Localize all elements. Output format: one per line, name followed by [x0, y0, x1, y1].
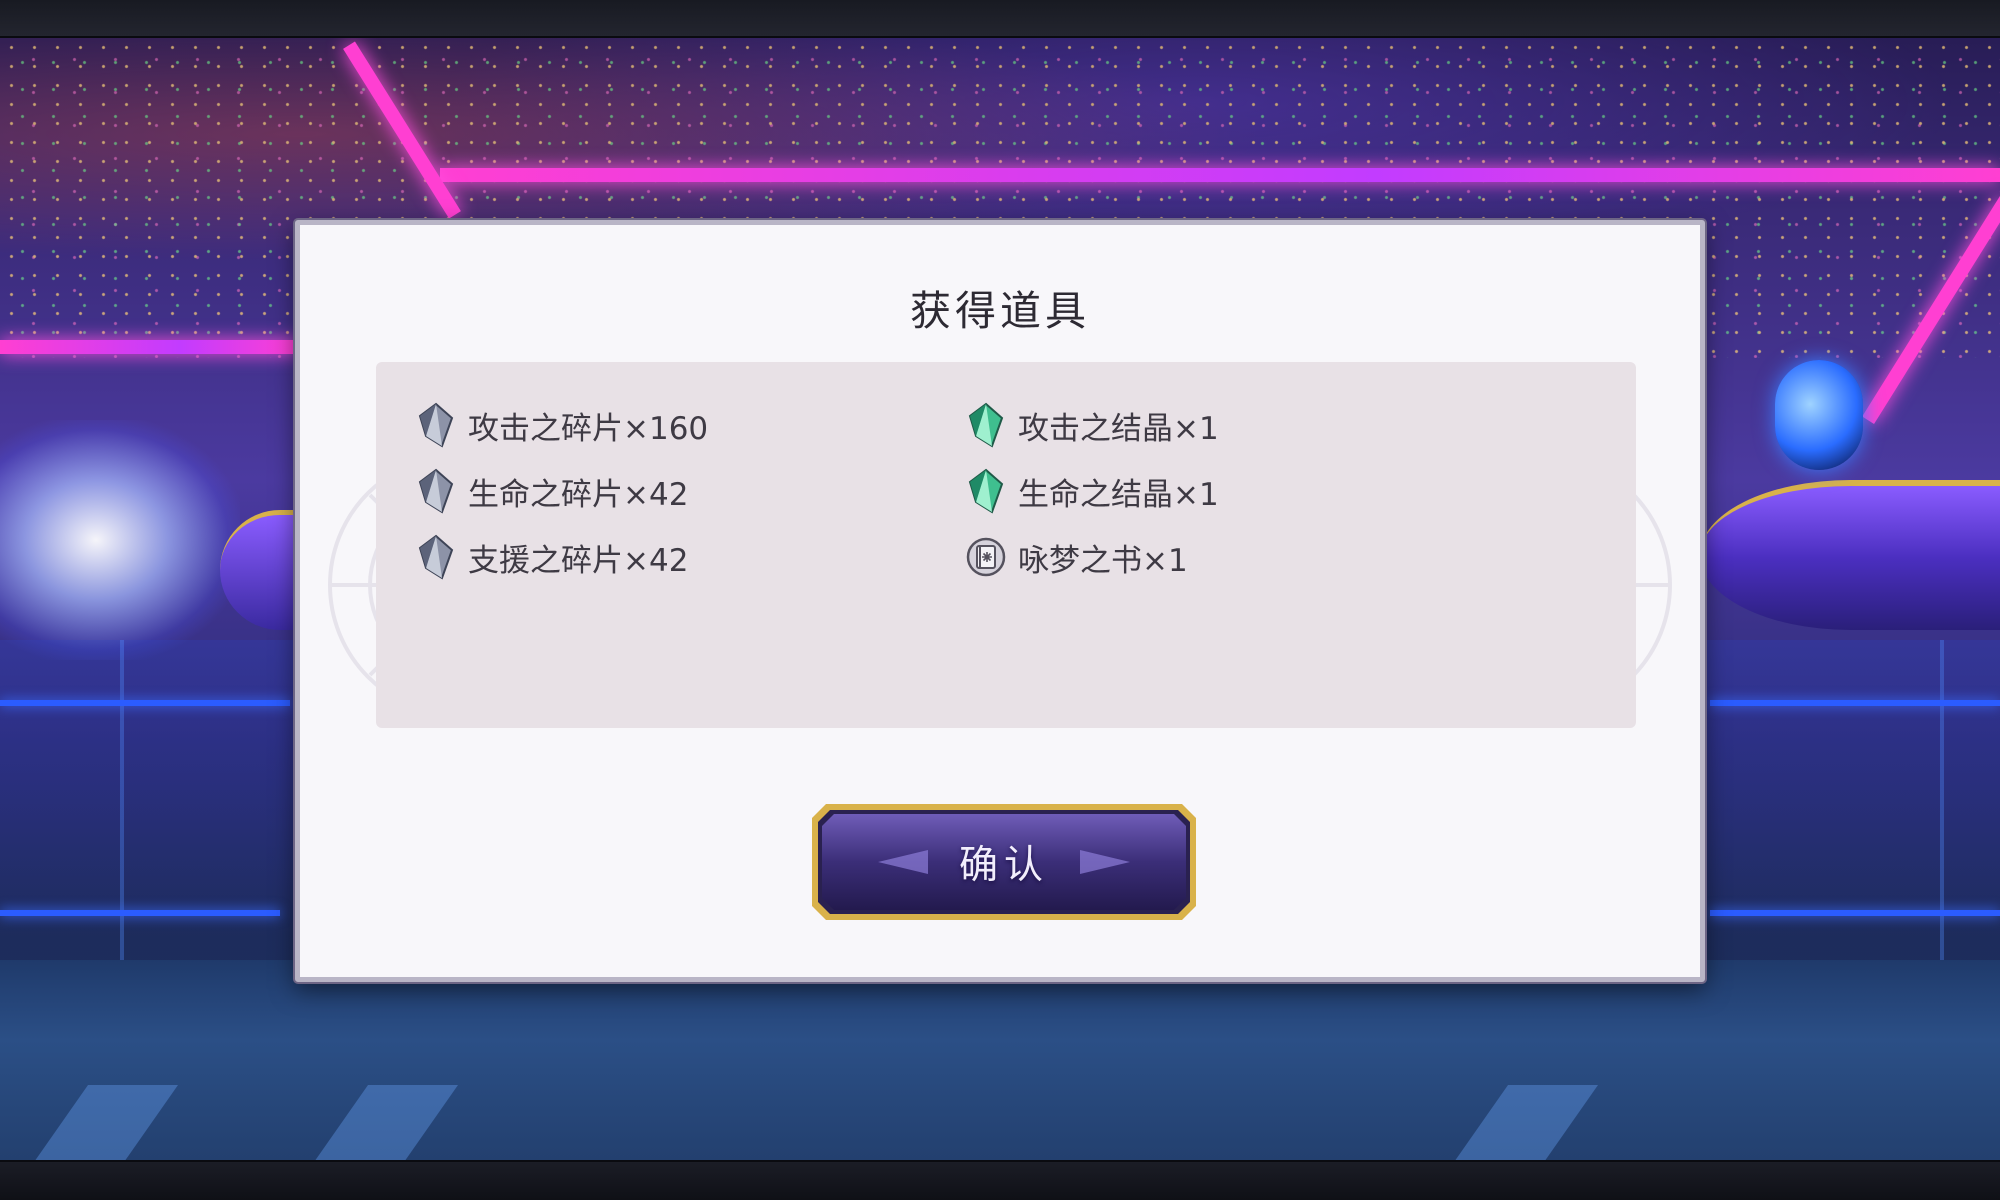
green-crystal-icon: [968, 402, 1004, 448]
reward-item-label: 生命之结晶×1: [1018, 476, 1219, 513]
reward-item: 生命之碎片×42: [416, 468, 688, 514]
item-reward-dialog: 获得道具 攻击之碎片×160 生命之碎片×42 支援之碎片×42 攻击之结晶×1…: [295, 220, 1705, 982]
book-icon: [966, 537, 1006, 577]
stage-platform-right: [1700, 480, 2000, 630]
reward-item: 生命之结晶×1: [966, 468, 1219, 514]
light-burst-effect: [0, 420, 240, 660]
circuit-line: [0, 700, 290, 706]
blue-orb-device: [1775, 360, 1863, 470]
stage-floor: [0, 960, 2000, 1160]
shard-crystal-icon: [418, 468, 454, 514]
reward-items-panel: 攻击之碎片×160 生命之碎片×42 支援之碎片×42 攻击之结晶×1 生命之结…: [376, 362, 1636, 728]
reward-item-label: 咏梦之书×1: [1018, 542, 1188, 579]
reward-item-label: 生命之碎片×42: [468, 476, 689, 513]
circuit-line: [1710, 910, 2000, 916]
reward-item: 咏梦之书×1: [966, 534, 1188, 580]
reward-item-label: 攻击之碎片×160: [468, 410, 709, 447]
top-frame-bar: [0, 0, 2000, 38]
neon-stripe: [0, 340, 300, 354]
reward-item-label: 支援之碎片×42: [468, 542, 689, 579]
confirm-button[interactable]: 确认: [808, 798, 1200, 926]
dialog-title: 获得道具: [910, 287, 1090, 335]
bottom-frame-bar: [0, 1160, 2000, 1200]
reward-item: 攻击之碎片×160: [416, 402, 708, 448]
green-crystal-icon: [968, 468, 1004, 514]
circuit-line: [1710, 700, 2000, 706]
shard-crystal-icon: [418, 534, 454, 580]
confirm-button-label: 确认: [958, 843, 1049, 888]
reward-item-label: 攻击之结晶×1: [1018, 410, 1219, 447]
reward-item: 支援之碎片×42: [416, 534, 688, 580]
shard-crystal-icon: [418, 402, 454, 448]
reward-item: 攻击之结晶×1: [966, 402, 1219, 448]
neon-stripe: [440, 168, 2000, 182]
circuit-line: [0, 910, 280, 916]
